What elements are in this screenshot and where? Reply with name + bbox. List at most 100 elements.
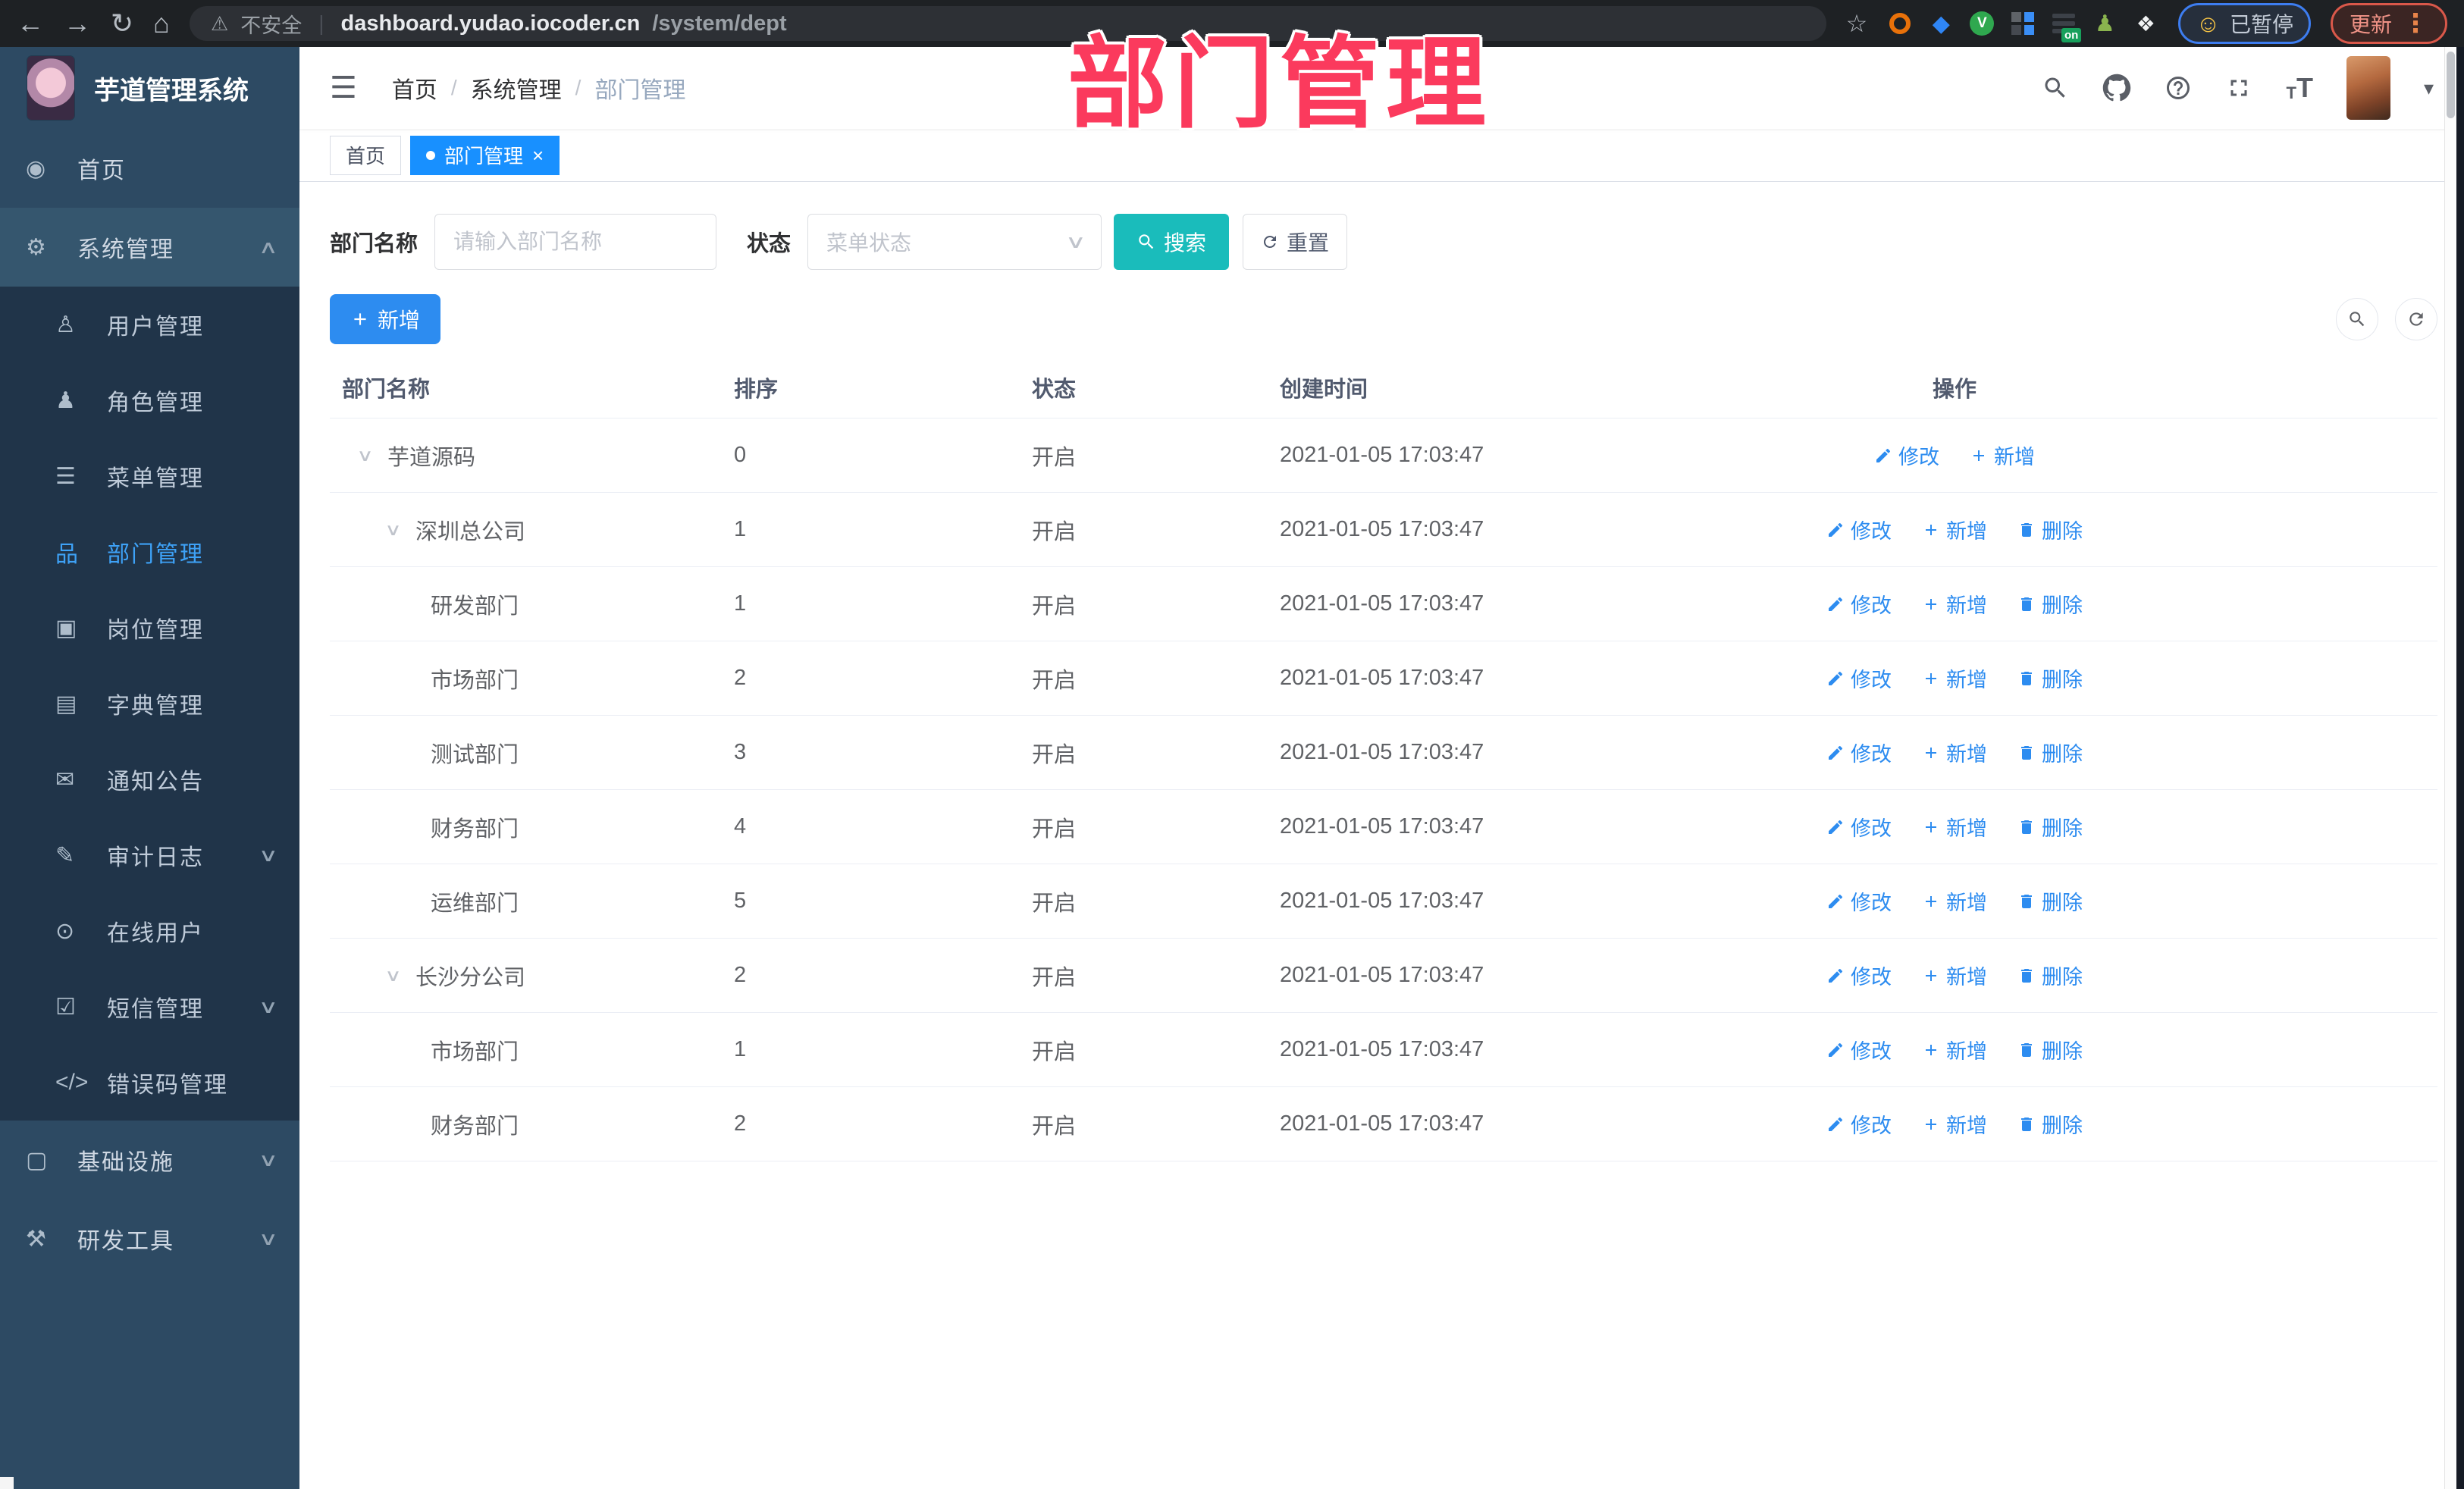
delete-action-link[interactable]: 删除 (2017, 812, 2083, 842)
sidebar-item-infra[interactable]: ▢ 基础设施 ∨ (0, 1121, 299, 1199)
tag-tab[interactable]: 部门管理 × (410, 135, 560, 175)
search-icon[interactable] (2042, 74, 2069, 102)
add-action-link[interactable]: 新增 (1922, 589, 1987, 619)
delete-action-link[interactable]: 删除 (2017, 589, 2083, 619)
edit-action-link[interactable]: 修改 (1826, 515, 1892, 544)
column-header: 创建时间 (1280, 377, 1368, 402)
extension-list-on-icon[interactable]: on (2051, 11, 2082, 42)
extension-grid-icon[interactable] (2010, 11, 2036, 36)
status-select[interactable]: 菜单状态 ∨ (807, 214, 1102, 270)
edit-action-link[interactable]: 修改 (1826, 1035, 1892, 1064)
sidebar-item-dict[interactable]: ▤ 字典管理 (0, 666, 299, 741)
tag-tab[interactable]: 首页 (330, 135, 402, 175)
expand-caret-icon[interactable]: ∨ (384, 520, 421, 540)
extension-green-figure-icon[interactable]: ♟ (2092, 11, 2118, 36)
add-action-link[interactable]: 新增 (1922, 663, 1987, 693)
sidebar-item-audit[interactable]: ✎ 审计日志 ∨ (0, 817, 299, 893)
expand-caret-icon[interactable]: ∨ (384, 966, 421, 986)
screen: ← → ↻ ⌂ ⚠ 不安全 | dashboard.yudao.iocoder.… (0, 0, 2464, 1489)
add-action-link[interactable]: 新增 (1922, 738, 1987, 767)
edit-action-link[interactable]: 修改 (1826, 663, 1892, 693)
page-scrollbar[interactable] (2444, 47, 2456, 1489)
dept-table: 部门名称 排序 状态 创建时间 操作 ∨ 芋道源码 0 开启 2021-01-05 17:03:4… (330, 356, 2437, 1161)
font-size-icon[interactable]: TT (2286, 74, 2312, 102)
sidebar-item-tools[interactable]: ⚒ 研发工具 ∨ (0, 1199, 299, 1278)
extension-orange-ring-icon[interactable] (1887, 11, 1913, 36)
sidebar-item-post[interactable]: ▣ 岗位管理 (0, 590, 299, 666)
sidebar-item-menu[interactable]: ☰ 菜单管理 (0, 438, 299, 514)
close-icon[interactable]: × (532, 146, 544, 165)
action-label: 删除 (2042, 669, 2083, 691)
show-search-button[interactable] (2336, 298, 2378, 340)
sidebar-item-online[interactable]: ⊙ 在线用户 (0, 893, 299, 969)
edit-action-link[interactable]: 修改 (1826, 886, 1892, 916)
dept-name: 运维部门 (431, 891, 519, 916)
sidebar-item-errcode[interactable]: </> 错误码管理 (0, 1045, 299, 1121)
edit-action-link[interactable]: 修改 (1826, 961, 1892, 990)
created-cell: 2021-01-05 17:03:47 (1280, 517, 1484, 541)
expand-caret-icon[interactable]: ∨ (356, 446, 393, 466)
bookmark-star-icon[interactable]: ☆ (1846, 9, 1868, 38)
search-button-label: 搜索 (1164, 231, 1207, 255)
add-action-link[interactable]: 新增 (1922, 812, 1987, 842)
address-bar[interactable]: ⚠ 不安全 | dashboard.yudao.iocoder.cn/syste… (189, 6, 1826, 41)
extensions-puzzle-icon[interactable]: ❖ (2133, 11, 2158, 36)
delete-action-link[interactable]: 删除 (2017, 515, 2083, 544)
back-icon[interactable]: ← (17, 10, 44, 37)
edit-action-link[interactable]: 修改 (1874, 440, 1939, 470)
sidebar-item-system[interactable]: ⚙ 系统管理 ∧ (0, 208, 299, 287)
sidebar-item-sms[interactable]: ☑ 短信管理 ∨ (0, 969, 299, 1045)
add-icon (1973, 450, 1984, 461)
add-button[interactable]: 新增 (330, 294, 440, 344)
avatar[interactable] (2346, 56, 2390, 120)
sidebar-item-notice[interactable]: ✉ 通知公告 (0, 741, 299, 817)
browser-update-button[interactable]: 更新 ⋮ (2330, 3, 2447, 44)
dept-icon: 品 (55, 542, 78, 567)
sidebar-item-label: 字典管理 (107, 694, 204, 719)
scrollbar-thumb[interactable] (2447, 52, 2455, 118)
delete-action-link[interactable]: 删除 (2017, 663, 2083, 693)
sidebar-item-user[interactable]: ♙ 用户管理 (0, 287, 299, 362)
sidebar-item-dept[interactable]: 品 部门管理 (0, 514, 299, 590)
profile-paused-pill[interactable]: ☺ 已暂停 (2178, 3, 2311, 44)
refresh-table-button[interactable] (2395, 298, 2437, 340)
reset-button[interactable]: 重置 (1243, 214, 1348, 270)
edit-icon (1829, 820, 1843, 834)
add-action-link[interactable]: 新增 (1922, 1035, 1987, 1064)
add-action-link[interactable]: 新增 (1970, 440, 2035, 470)
edit-action-link[interactable]: 修改 (1826, 589, 1892, 619)
delete-action-link[interactable]: 删除 (2017, 738, 2083, 767)
sidebar-item-role[interactable]: ♟ 角色管理 (0, 362, 299, 438)
edit-action-link[interactable]: 修改 (1826, 738, 1892, 767)
reload-icon[interactable]: ↻ (111, 10, 133, 37)
edit-action-link[interactable]: 修改 (1826, 812, 1892, 842)
add-action-link[interactable]: 新增 (1922, 1109, 1987, 1139)
logo-row[interactable]: 芋道管理系统 (0, 47, 299, 129)
hamburger-icon[interactable]: ☰ (330, 71, 357, 105)
add-action-link[interactable]: 新增 (1922, 886, 1987, 916)
extension-blue-pin-icon[interactable]: ◆ (1928, 11, 1954, 36)
delete-action-link[interactable]: 删除 (2017, 1109, 2083, 1139)
edit-action-link[interactable]: 修改 (1826, 1109, 1892, 1139)
fullscreen-icon[interactable] (2225, 74, 2252, 102)
dept-name-input[interactable] (434, 214, 717, 270)
search-button[interactable]: 搜索 (1114, 214, 1230, 270)
chevron-down-icon[interactable]: ▾ (2424, 77, 2434, 100)
chevron-down-icon: ∨ (259, 1149, 279, 1171)
add-action-link[interactable]: 新增 (1922, 515, 1987, 544)
delete-action-link[interactable]: 删除 (2017, 1035, 2083, 1064)
delete-action-link[interactable]: 删除 (2017, 886, 2083, 916)
action-label: 修改 (1851, 817, 1892, 840)
breadcrumb-item[interactable]: 首页 (392, 71, 437, 105)
sidebar-item-label: 短信管理 (107, 997, 204, 1022)
breadcrumb-item[interactable]: 系统管理 (471, 71, 562, 105)
delete-action-link[interactable]: 删除 (2017, 961, 2083, 990)
home-icon[interactable]: ⌂ (153, 10, 170, 37)
add-action-link[interactable]: 新增 (1922, 961, 1987, 990)
menu-dots-icon[interactable]: ⋮ (2403, 8, 2428, 39)
sidebar-item-home[interactable]: ◉ 首页 (0, 129, 299, 208)
forward-icon[interactable]: → (64, 10, 91, 37)
github-icon[interactable] (2102, 74, 2131, 102)
extension-green-v-icon[interactable]: V (1969, 11, 1995, 36)
help-icon[interactable] (2165, 74, 2192, 102)
